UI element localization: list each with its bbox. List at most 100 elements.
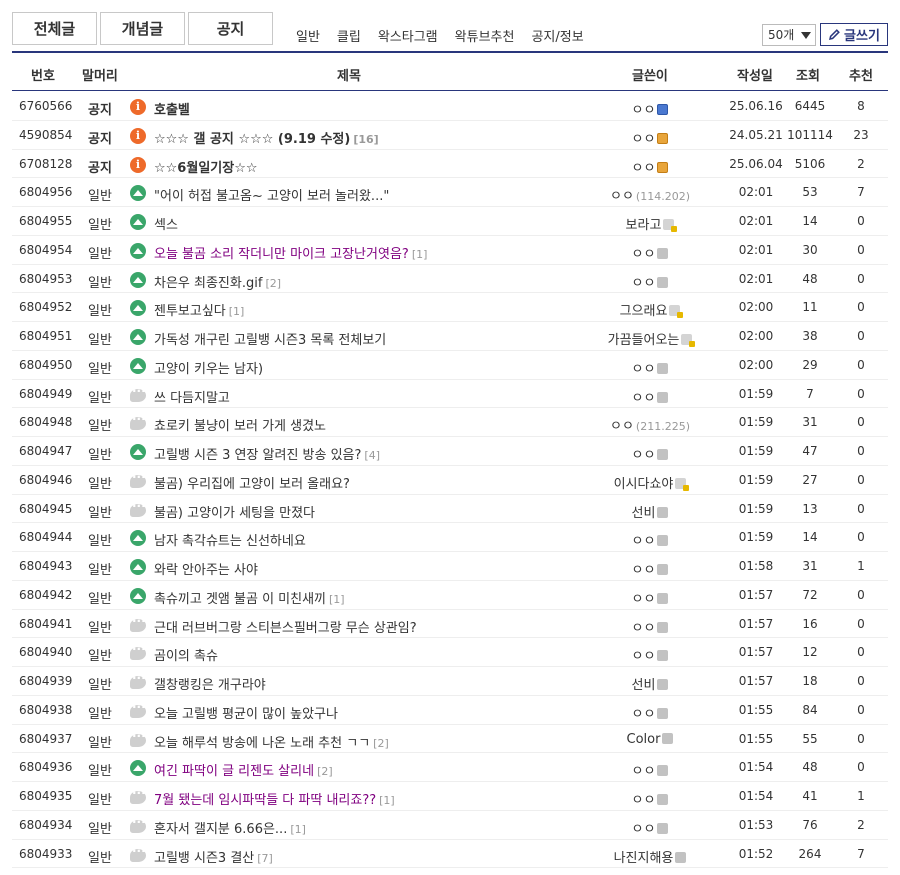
post-writer[interactable]: ㅇㅇ <box>572 559 728 578</box>
member-badge-icon <box>657 707 669 719</box>
post-writer[interactable]: ㅇㅇ <box>572 99 728 118</box>
post-writer[interactable]: 이시다쇼야 <box>572 473 728 492</box>
post-views: 76 <box>802 817 818 832</box>
post-title-link[interactable]: ☆☆6월일기장☆☆ <box>154 157 258 176</box>
post-title-link[interactable]: "어이 허접 불고옴~ 고양이 보러 놀러왔..." <box>154 185 389 204</box>
post-writer[interactable]: ㅇㅇ <box>572 818 728 837</box>
category-waxtagram[interactable]: 왁스타그램 <box>378 26 438 45</box>
tab-all-posts[interactable]: 전체글 <box>12 12 97 45</box>
table-row: 6804933 일반 고릴뱅 시즌3 결산[7] 나진지해용 01:52 264… <box>12 840 888 869</box>
post-writer[interactable]: 그으래요 <box>572 300 728 319</box>
comment-count[interactable]: [1] <box>329 593 345 606</box>
post-writer[interactable]: Color <box>572 732 728 747</box>
post-writer[interactable]: ㅇㅇ <box>572 789 728 808</box>
post-title-link[interactable]: 혼자서 갤지분 6.66은... [1] <box>154 818 306 837</box>
table-row: 4590854 공지 i ☆☆☆ 갤 공지 ☆☆☆ (9.19 수정) [16] … <box>12 121 888 150</box>
post-title-link[interactable]: 오늘 불곰 소리 작더니만 마이크 고장난거엿음? [1] <box>154 243 427 262</box>
comment-count[interactable]: [1] <box>412 248 428 261</box>
post-title-link[interactable]: 곰이의 촉슈 <box>154 645 218 664</box>
post-writer[interactable]: 선비 <box>572 674 728 693</box>
member-badge-icon <box>657 592 669 604</box>
post-writer[interactable]: ㅇㅇ <box>572 128 728 147</box>
post-title: 고양이 키우는 남자) <box>154 361 264 377</box>
post-writer[interactable]: ㅇㅇ <box>572 588 728 607</box>
post-title-link[interactable]: 차은우 최종진화.gif [2] <box>154 272 281 291</box>
tab-concept-posts[interactable]: 개념글 <box>100 12 185 45</box>
post-title-link[interactable]: 촉슈끼고 겟앰 불곰 이 미친새끼 [1] <box>154 588 345 607</box>
post-title-link[interactable]: 쵸로키 불냥이 보러 가게 생겼노 <box>154 415 326 434</box>
post-views: 47 <box>802 444 818 458</box>
comment-count[interactable]: [1] <box>379 794 395 807</box>
post-title-link[interactable]: ☆☆☆ 갤 공지 ☆☆☆ (9.19 수정) [16] <box>154 128 379 147</box>
post-category: 일반 <box>88 275 112 291</box>
post-title: 고릴뱅 시즌3 결산 <box>154 850 255 866</box>
post-writer[interactable]: ㅇㅇ <box>572 157 728 176</box>
post-title-link[interactable]: 오늘 고릴뱅 평균이 많이 높았구나 <box>154 703 338 722</box>
writer-nickname: ㅇㅇ <box>631 591 656 607</box>
post-writer[interactable]: 보라고 <box>572 214 728 233</box>
post-writer[interactable]: ㅇㅇ <box>572 387 728 406</box>
post-title: 혼자서 갤지분 6.66은... <box>154 821 288 837</box>
post-date: 01:55 <box>738 702 774 717</box>
category-general[interactable]: 일반 <box>296 26 320 45</box>
post-views: 27 <box>802 472 818 487</box>
post-category: 일반 <box>88 850 112 866</box>
post-title-link[interactable]: 여긴 파딱이 글 리젠도 살리네 [2] <box>154 760 333 779</box>
post-title-link[interactable]: 섹스 <box>154 214 178 233</box>
post-title-link[interactable]: 오늘 해루석 방송에 나온 노래 추천 ㄱㄱ [2] <box>154 732 389 751</box>
post-writer[interactable]: ㅇㅇ (211.225) <box>572 415 728 434</box>
write-button[interactable]: 글쓰기 <box>820 23 888 46</box>
writer-nickname: 그으래요 <box>619 304 668 320</box>
post-writer[interactable]: ㅇㅇ <box>572 530 728 549</box>
member-badge-icon <box>675 851 687 863</box>
post-recommend: 1 <box>857 789 865 803</box>
comment-count[interactable]: [1] <box>229 305 245 318</box>
tab-notice[interactable]: 공지 <box>188 12 273 45</box>
post-writer[interactable]: ㅇㅇ (114.202) <box>572 185 728 204</box>
post-writer[interactable]: 가끔들어오는 <box>572 329 728 348</box>
post-title-link[interactable]: 갤창랭킹은 개구라야 <box>154 674 266 693</box>
post-writer[interactable]: ㅇㅇ <box>572 617 728 636</box>
category-notice-info[interactable]: 공지/정보 <box>531 26 583 45</box>
post-title-link[interactable]: 고릴뱅 시즌3 결산 [7] <box>154 847 273 866</box>
writer-nickname: ㅇㅇ <box>631 706 656 722</box>
post-title-link[interactable]: 고릴뱅 시즌 3 연장 알려진 방송 있음? [4] <box>154 444 380 463</box>
comment-count[interactable]: [4] <box>364 449 380 462</box>
member-badge-icon <box>657 247 669 259</box>
post-writer[interactable]: ㅇㅇ <box>572 358 728 377</box>
category-clip[interactable]: 클립 <box>337 26 361 45</box>
category-waxtube-recommend[interactable]: 왁튜브추천 <box>455 26 515 45</box>
post-title-link[interactable]: 남자 촉각슈트는 신선하네요 <box>154 530 306 549</box>
comment-count[interactable]: [1] <box>290 823 306 836</box>
post-writer[interactable]: ㅇㅇ <box>572 760 728 779</box>
post-title-link[interactable]: 쓰 다듬지말고 <box>154 387 230 406</box>
table-row: 6804955 일반 섹스 보라고 02:01 14 0 <box>12 207 888 236</box>
post-writer[interactable]: ㅇㅇ <box>572 272 728 291</box>
post-writer[interactable]: ㅇㅇ <box>572 444 728 463</box>
comment-count[interactable]: [2] <box>317 765 333 778</box>
post-title-link[interactable]: 젠투보고싶다 [1] <box>154 300 244 319</box>
comment-count[interactable]: [2] <box>373 737 389 750</box>
board-toolbar: 전체글 개념글 공지 일반 클립 왁스타그램 왁튜브추천 공지/정보 50개 글… <box>12 12 888 52</box>
post-title-link[interactable]: 근대 러브버그랑 스티븐스필버그랑 무슨 상관임? <box>154 617 417 636</box>
table-row: 6804941 일반 근대 러브버그랑 스티븐스필버그랑 무슨 상관임? ㅇㅇ … <box>12 610 888 639</box>
list-count-select[interactable]: 50개 <box>762 24 816 46</box>
post-writer[interactable]: 선비 <box>572 502 728 521</box>
post-writer[interactable]: ㅇㅇ <box>572 243 728 262</box>
post-writer[interactable]: ㅇㅇ <box>572 645 728 664</box>
member-badge-icon <box>657 276 669 288</box>
post-date: 02:01 <box>738 185 774 200</box>
caret-down-icon <box>801 32 811 39</box>
comment-count[interactable]: [2] <box>265 277 281 290</box>
comment-count[interactable]: [16] <box>353 133 378 146</box>
post-writer[interactable]: ㅇㅇ <box>572 703 728 722</box>
post-title-link[interactable]: 불곰) 고양이가 세팅을 만졌다 <box>154 502 315 521</box>
post-title-link[interactable]: 불곰) 우리집에 고양이 보러 올래요? <box>154 473 350 492</box>
post-title-link[interactable]: 와락 안아주는 사야 <box>154 559 258 578</box>
post-title-link[interactable]: 고양이 키우는 남자) <box>154 358 263 377</box>
post-writer[interactable]: 나진지해용 <box>572 847 728 866</box>
post-title-link[interactable]: 호출벨 <box>154 99 190 118</box>
post-title-link[interactable]: 가독성 개구린 고릴뱅 시즌3 목록 전체보기 <box>154 329 386 348</box>
post-title-link[interactable]: 7월 됐는데 임시파딱들 다 파딱 내리죠?? [1] <box>154 789 395 808</box>
comment-count[interactable]: [7] <box>257 852 273 865</box>
